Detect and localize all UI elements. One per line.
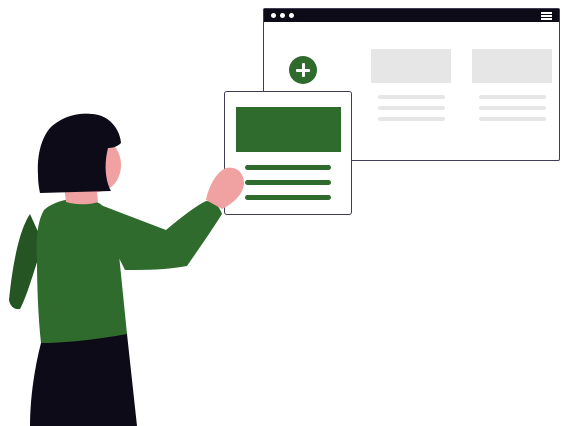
woman-figure: [9, 113, 244, 426]
skirt-shape: [30, 334, 137, 426]
illustration-scene: [0, 0, 569, 426]
hand-shape: [206, 167, 244, 209]
